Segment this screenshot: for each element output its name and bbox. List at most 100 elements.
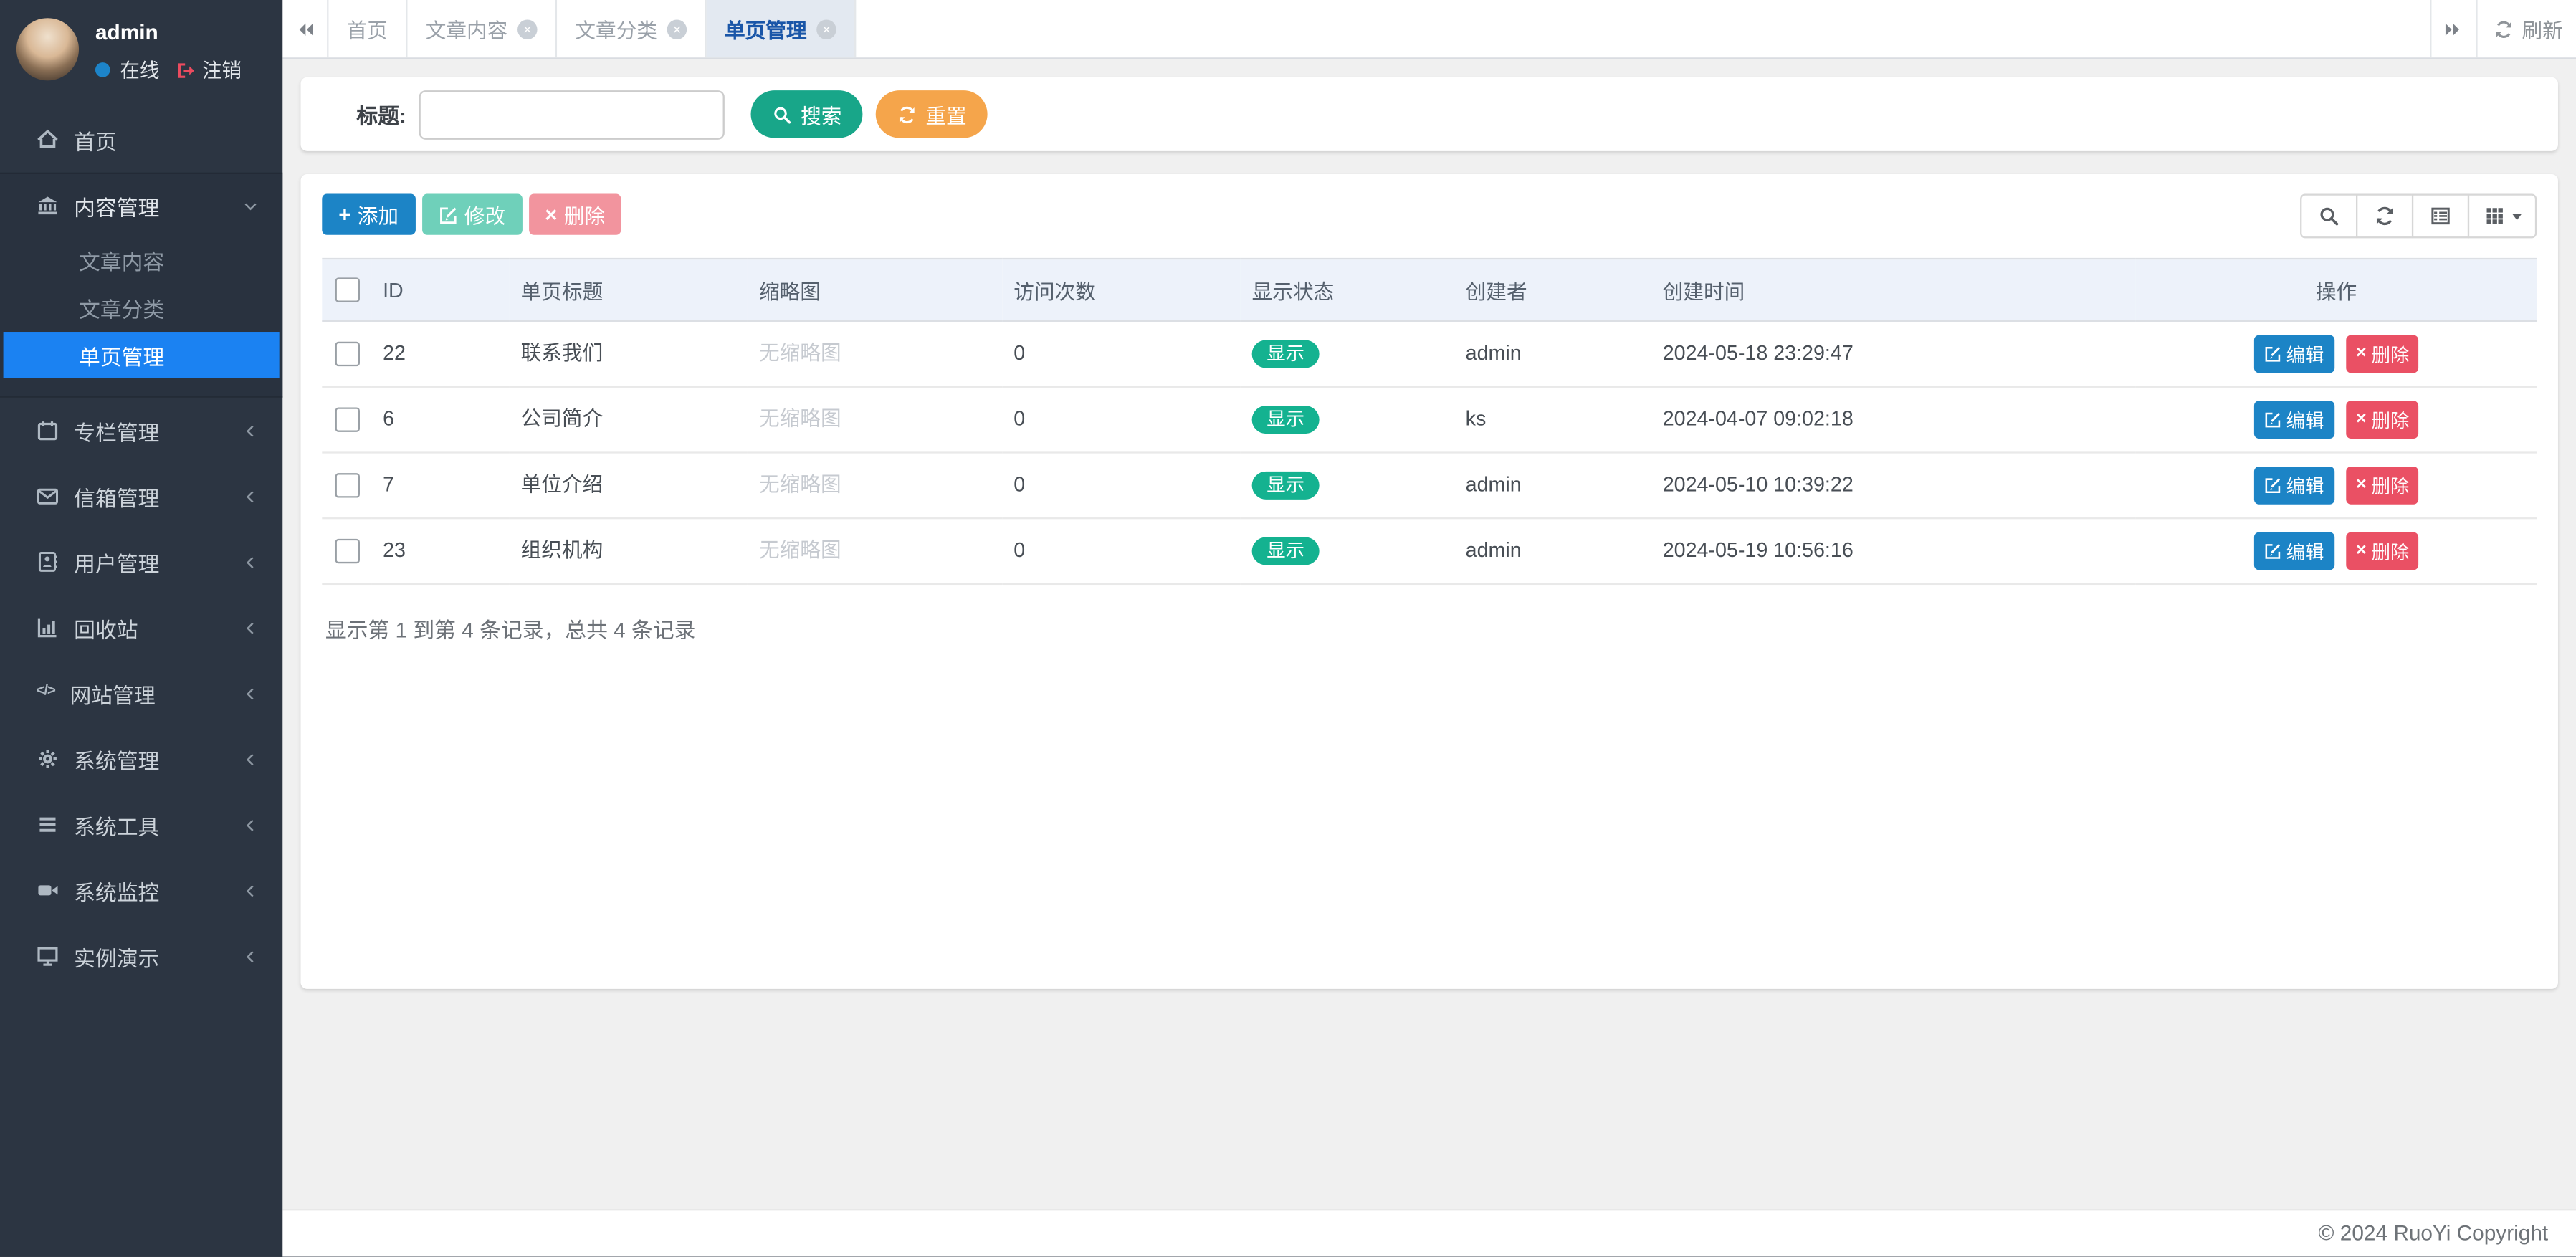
cell-visits: 0 xyxy=(1002,387,1240,453)
tab-close-icon[interactable]: × xyxy=(517,19,538,39)
search-button-label: 搜索 xyxy=(801,99,841,130)
table-row: 6 公司简介 无缩略图 0 显示 ks 2024-04-07 09:02:18 … xyxy=(322,387,2537,453)
tab-close-icon[interactable]: × xyxy=(816,19,836,39)
column-header-title: 单页标题 xyxy=(510,259,748,321)
row-edit-button[interactable]: 编辑 xyxy=(2253,467,2334,505)
row-delete-button[interactable]: ×删除 xyxy=(2346,401,2419,439)
cell-thumbnail: 无缩略图 xyxy=(748,518,1002,584)
edit-icon xyxy=(2263,477,2281,494)
cell-visits: 0 xyxy=(1002,321,1240,387)
user-info: admin 在线 注销 xyxy=(95,18,266,84)
page-footer: © 2024 RuoYi Copyright xyxy=(282,1210,2576,1257)
row-delete-button[interactable]: ×删除 xyxy=(2346,335,2419,373)
sidebar-nav: 首页 内容管理 文章内容 文章分类 单页管理 xyxy=(0,107,282,989)
single-page-table: ID 单页标题 缩略图 访问次数 显示状态 创建者 创建时间 操作 xyxy=(322,258,2537,585)
cell-id: 23 xyxy=(371,518,510,584)
cell-id: 22 xyxy=(371,321,510,387)
tabs-scroll-left-button[interactable] xyxy=(282,0,328,57)
row-delete-button[interactable]: ×删除 xyxy=(2346,532,2419,570)
user-name: admin xyxy=(95,20,266,44)
sidebar-subitem-article-content[interactable]: 文章内容 xyxy=(0,236,282,284)
cell-visits: 0 xyxy=(1002,518,1240,584)
chevron-left-icon xyxy=(242,947,259,965)
search-icon xyxy=(2318,206,2339,227)
tab-article-content[interactable]: 文章内容 × xyxy=(408,0,558,57)
toggle-view-button[interactable] xyxy=(2412,193,2469,238)
add-button[interactable]: + 添加 xyxy=(322,193,415,234)
status-badge: 显示 xyxy=(1252,406,1320,434)
tab-home[interactable]: 首页 xyxy=(328,0,407,57)
tabs-scroll-right-button[interactable] xyxy=(2430,0,2476,57)
reset-button[interactable]: 重置 xyxy=(877,90,988,138)
row-edit-button[interactable]: 编辑 xyxy=(2253,335,2334,373)
calendar-icon xyxy=(36,419,59,442)
row-edit-button[interactable]: 编辑 xyxy=(2253,401,2334,439)
title-search-input[interactable] xyxy=(419,90,725,139)
sidebar-item-column-mgmt[interactable]: 专栏管理 xyxy=(0,398,282,464)
row-delete-button[interactable]: ×删除 xyxy=(2346,467,2419,505)
tab-article-category[interactable]: 文章分类 × xyxy=(557,0,707,57)
sidebar-item-label: 系统工具 xyxy=(74,809,159,841)
tab-label: 文章内容 xyxy=(426,13,508,44)
search-button[interactable]: 搜索 xyxy=(751,90,863,138)
table-view-controls xyxy=(2300,193,2537,238)
sidebar-item-recycle-bin[interactable]: 回收站 xyxy=(0,595,282,661)
tab-label: 文章分类 xyxy=(575,13,657,44)
online-dot-icon xyxy=(95,62,110,77)
sidebar-item-system-tools[interactable]: 系统工具 xyxy=(0,792,282,858)
sidebar-item-home[interactable]: 首页 xyxy=(0,107,282,174)
code-icon: </> xyxy=(36,682,54,704)
column-header-created: 创建时间 xyxy=(1651,259,2136,321)
column-header-id: ID xyxy=(371,259,510,321)
search-icon xyxy=(773,105,793,125)
user-panel: admin 在线 注销 xyxy=(0,0,282,107)
row-checkbox[interactable] xyxy=(334,408,358,432)
row-edit-button[interactable]: 编辑 xyxy=(2253,532,2334,570)
logout-link[interactable]: 注销 xyxy=(202,56,242,84)
columns-button[interactable] xyxy=(2468,193,2537,238)
modify-button[interactable]: 修改 xyxy=(421,193,522,234)
sidebar-item-content-mgmt[interactable]: 内容管理 xyxy=(0,174,282,236)
cell-creator: admin xyxy=(1454,518,1651,584)
sidebar-item-system-mgmt[interactable]: 系统管理 xyxy=(0,726,282,792)
home-icon xyxy=(36,128,59,151)
sidebar-subitem-article-category[interactable]: 文章分类 xyxy=(0,285,282,332)
sidebar-subitem-single-page[interactable]: 单页管理 xyxy=(4,332,280,378)
double-right-icon xyxy=(2444,19,2464,39)
status-badge: 显示 xyxy=(1252,340,1320,368)
column-header-actions: 操作 xyxy=(2136,259,2537,321)
avatar[interactable] xyxy=(16,18,79,80)
row-checkbox[interactable] xyxy=(334,539,358,563)
refresh-table-button[interactable] xyxy=(2356,193,2413,238)
caret-down-icon xyxy=(2511,213,2522,219)
x-icon: × xyxy=(545,204,557,225)
sidebar-item-mailbox-mgmt[interactable]: 信箱管理 xyxy=(0,463,282,529)
row-checkbox[interactable] xyxy=(334,342,358,366)
video-icon xyxy=(36,879,59,902)
sidebar-item-website-mgmt[interactable]: </> 网站管理 xyxy=(0,660,282,726)
row-edit-label: 编辑 xyxy=(2286,406,2324,433)
sidebar-item-system-monitor[interactable]: 系统监控 xyxy=(0,858,282,924)
refresh-icon xyxy=(2494,19,2514,39)
sidebar-item-user-mgmt[interactable]: 用户管理 xyxy=(0,529,282,595)
row-checkbox[interactable] xyxy=(334,474,358,498)
sidebar-item-demo[interactable]: 实例演示 xyxy=(0,923,282,989)
online-status-label[interactable]: 在线 xyxy=(120,56,159,84)
tab-close-icon[interactable]: × xyxy=(667,19,687,39)
app-root: admin 在线 注销 首页 内容管理 xyxy=(0,0,2576,1257)
sidebar-item-label: 系统管理 xyxy=(74,743,159,775)
tab-bar: 首页 文章内容 × 文章分类 × 单页管理 × 刷新 xyxy=(282,0,2576,59)
table-row: 23 组织机构 无缩略图 0 显示 admin 2024-05-19 10:56… xyxy=(322,518,2537,584)
status-badge: 显示 xyxy=(1252,472,1320,500)
chevron-left-icon xyxy=(242,750,259,768)
tab-single-page[interactable]: 单页管理 × xyxy=(707,0,857,57)
delete-button[interactable]: × 删除 xyxy=(528,193,621,234)
refresh-tab-button[interactable]: 刷新 xyxy=(2476,0,2576,57)
select-all-checkbox[interactable] xyxy=(334,278,358,302)
show-search-button[interactable] xyxy=(2300,193,2357,238)
bars-icon xyxy=(36,813,59,836)
bar-chart-icon xyxy=(36,616,59,639)
table-panel: + 添加 修改 × 删除 xyxy=(300,174,2557,989)
title-field-label: 标题: xyxy=(356,99,406,130)
chevron-left-icon xyxy=(242,881,259,899)
